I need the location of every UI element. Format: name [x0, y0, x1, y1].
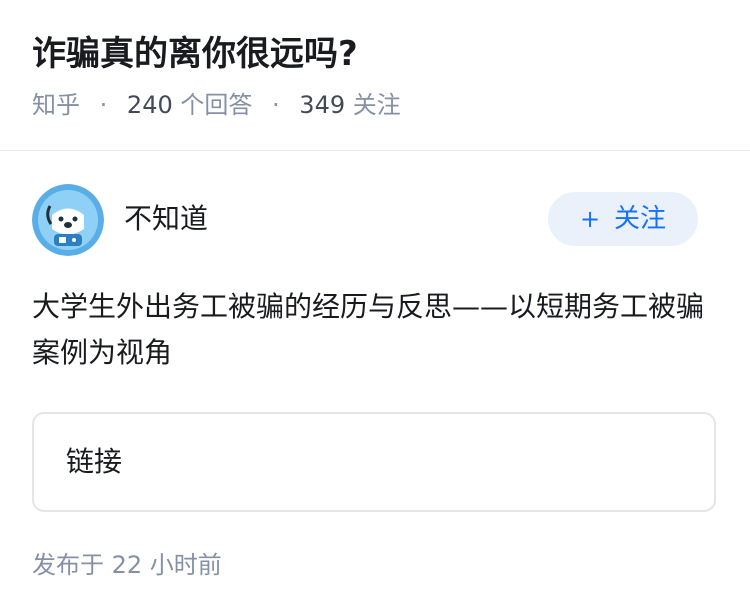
source-label[interactable]: 知乎	[32, 91, 80, 119]
meta-separator: ·	[99, 91, 108, 119]
answer-text[interactable]: 大学生外出务工被骗的经历与反思——以短期务工被骗案例为视角	[32, 284, 712, 376]
plus-icon: +	[579, 205, 601, 233]
meta-separator: ·	[272, 91, 280, 119]
follower-count-label: 关注	[352, 91, 401, 119]
follower-count: 349	[299, 91, 346, 119]
answer-count-label: 个回答	[180, 91, 253, 119]
answer-count: 240	[126, 91, 173, 119]
follow-button-label: 关注	[614, 204, 667, 234]
question-header: 诈骗真的离你很远吗? 知乎 · 240 个回答 · 349 关注	[32, 30, 722, 122]
publish-time-value: 22 小时前	[111, 551, 222, 579]
link-card[interactable]: 链接	[32, 412, 716, 512]
section-divider	[0, 150, 750, 151]
answer-page: 诈骗真的离你很远吗? 知乎 · 240 个回答 · 349 关注 不知道 + 关注	[0, 0, 750, 616]
author-avatar[interactable]	[32, 184, 104, 256]
question-meta: 知乎 · 240 个回答 · 349 关注	[32, 88, 722, 122]
dog-astronaut-avatar-icon	[32, 184, 104, 256]
publish-prefix: 发布于	[32, 551, 104, 579]
publish-time: 发布于 22 小时前	[32, 548, 222, 582]
author-name[interactable]: 不知道	[124, 199, 208, 239]
follow-button[interactable]: + 关注	[548, 192, 698, 246]
question-title[interactable]: 诈骗真的离你很远吗?	[32, 30, 722, 78]
link-card-label: 链接	[66, 445, 123, 478]
